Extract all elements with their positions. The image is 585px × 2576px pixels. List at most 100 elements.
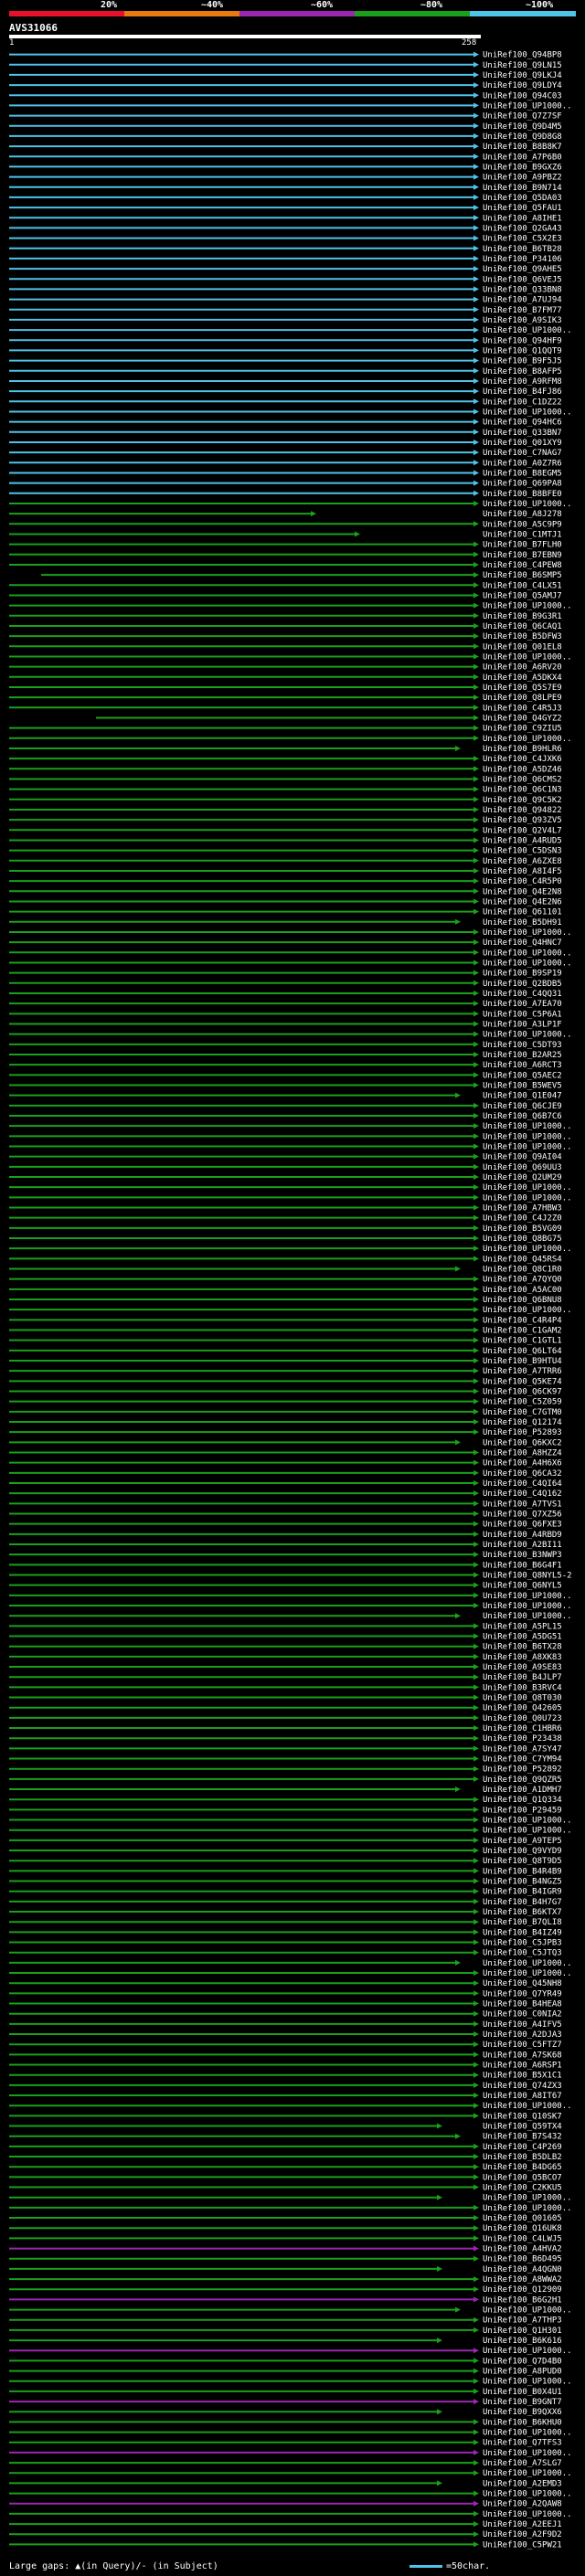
hit-label[interactable]: UniRef100_A5AC00 [483,1286,562,1295]
hit-label[interactable]: UniRef100_P29459 [483,1806,562,1815]
hit-label[interactable]: UniRef100_Q7Z7SF [483,112,562,122]
hit-label[interactable]: UniRef100_C7GTM0 [483,1408,562,1417]
hit-label[interactable]: UniRef100_A5DKX4 [483,673,562,683]
hit-label[interactable]: UniRef100_B4HEA8 [483,2000,562,2009]
hit-label[interactable]: UniRef100_Q6VEJ5 [483,275,562,284]
hit-label[interactable]: UniRef100_A8I4F5 [483,867,562,876]
hit-label[interactable]: UniRef100_UP1000.. [483,1132,572,1141]
hit-label[interactable]: UniRef100_C5P6A1 [483,1010,562,1019]
hit-label[interactable]: UniRef100_A4QGN0 [483,2265,562,2274]
hit-label[interactable]: UniRef100_C1DZ22 [483,398,562,407]
hit-label[interactable]: UniRef100_UP1000.. [483,1612,572,1621]
hit-label[interactable]: UniRef100_A4RBD9 [483,1531,562,1540]
hit-label[interactable]: UniRef100_B6K616 [483,2337,562,2346]
hit-label[interactable]: UniRef100_C1HBR6 [483,1724,562,1733]
hit-label[interactable]: UniRef100_A7SLG7 [483,2459,562,2468]
hit-label[interactable]: UniRef100_A2QAW8 [483,2500,562,2509]
hit-label[interactable]: UniRef100_B5X1C1 [483,2072,562,2081]
hit-label[interactable]: UniRef100_B6G4F1 [483,1561,562,1570]
hit-label[interactable]: UniRef100_UP1000.. [483,2347,572,2356]
hit-label[interactable]: UniRef100_Q42605 [483,1704,562,1713]
hit-label[interactable]: UniRef100_A9RFM8 [483,377,562,387]
hit-label[interactable]: UniRef100_C1GAM2 [483,1327,562,1336]
hit-label[interactable]: UniRef100_Q8T9D5 [483,1857,562,1866]
hit-label[interactable]: UniRef100_Q01EL8 [483,642,562,652]
hit-label[interactable]: UniRef100_Q6CAQ1 [483,622,562,631]
hit-label[interactable]: UniRef100_UP1000.. [483,2469,572,2478]
hit-label[interactable]: UniRef100_UP1000.. [483,500,572,509]
hit-label[interactable]: UniRef100_A7TRR6 [483,1367,562,1376]
hit-label[interactable]: UniRef100_B9N714 [483,184,562,193]
hit-label[interactable]: UniRef100_A4HVA2 [483,2245,562,2254]
hit-label[interactable]: UniRef100_C1GTL1 [483,1337,562,1346]
hit-label[interactable]: UniRef100_Q6CA32 [483,1469,562,1479]
hit-label[interactable]: UniRef100_A5PL15 [483,1622,562,1631]
hit-label[interactable]: UniRef100_Q16UK8 [483,2224,562,2233]
hit-label[interactable]: UniRef100_A2EMD3 [483,2479,562,2488]
hit-label[interactable]: UniRef100_Q4E2N6 [483,897,562,906]
hit-label[interactable]: UniRef100_A8IHE1 [483,214,562,223]
hit-label[interactable]: UniRef100_B8BFE0 [483,490,562,499]
hit-label[interactable]: UniRef100_B4R4B9 [483,1867,562,1876]
hit-label[interactable]: UniRef100_B9SP19 [483,970,562,979]
hit-label[interactable]: UniRef100_Q9QZR5 [483,1776,562,1785]
hit-label[interactable]: UniRef100_Q5KE74 [483,1377,562,1386]
hit-label[interactable]: UniRef100_Q1QQT9 [483,346,562,355]
hit-label[interactable]: UniRef100_B6G2H1 [483,2295,562,2305]
hit-label[interactable]: UniRef100_B6SMP5 [483,571,562,580]
hit-label[interactable]: UniRef100_B2AR25 [483,1051,562,1060]
hit-label[interactable]: UniRef100_UP1000.. [483,2306,572,2316]
hit-label[interactable]: UniRef100_UP1000.. [483,928,572,938]
hit-label[interactable]: UniRef100_Q5AEC2 [483,1071,562,1080]
hit-label[interactable]: UniRef100_B9GNT7 [483,2398,562,2407]
hit-label[interactable]: UniRef100_C5Z059 [483,1398,562,1407]
hit-label[interactable]: UniRef100_B9HLR6 [483,745,562,754]
hit-label[interactable]: UniRef100_A0Z7R6 [483,459,562,468]
hit-label[interactable]: UniRef100_C9ZIU5 [483,725,562,734]
hit-label[interactable]: UniRef100_UP1000.. [483,2102,572,2111]
hit-label[interactable]: UniRef100_Q4GYZ2 [483,714,562,723]
hit-label[interactable]: UniRef100_Q6CMS2 [483,775,562,784]
hit-label[interactable]: UniRef100_C5JTQ3 [483,1949,562,1958]
hit-label[interactable]: UniRef100_A3LP1F [483,1020,562,1029]
hit-label[interactable]: UniRef100_Q61101 [483,908,562,917]
hit-label[interactable]: UniRef100_Q01605 [483,2214,562,2223]
hit-label[interactable]: UniRef100_C4R5P0 [483,877,562,886]
hit-label[interactable]: UniRef100_C4PEW8 [483,561,562,570]
hit-label[interactable]: UniRef100_Q2BDB5 [483,980,562,989]
hit-label[interactable]: UniRef100_Q6CJE9 [483,1102,562,1111]
hit-label[interactable]: UniRef100_Q9AI04 [483,1153,562,1162]
hit-label[interactable]: UniRef100_Q45RS4 [483,1255,562,1264]
hit-label[interactable]: UniRef100_Q5AMJ7 [483,591,562,600]
hit-label[interactable]: UniRef100_C4R4P4 [483,1316,562,1325]
hit-label[interactable]: UniRef100_Q8BG75 [483,1235,562,1244]
hit-label[interactable]: UniRef100_A6RV20 [483,663,562,673]
hit-label[interactable]: UniRef100_Q9LDY4 [483,81,562,90]
hit-label[interactable]: UniRef100_A8PUD0 [483,2368,562,2377]
hit-label[interactable]: UniRef100_B5WEV5 [483,1081,562,1090]
hit-label[interactable]: UniRef100_UP1000.. [483,1592,572,1601]
hit-label[interactable]: UniRef100_B9G3R1 [483,612,562,621]
hit-label[interactable]: UniRef100_Q9LKJ4 [483,71,562,80]
hit-label[interactable]: UniRef100_Q9D8G8 [483,133,562,142]
hit-label[interactable]: UniRef100_Q69UU3 [483,1163,562,1172]
hit-label[interactable]: UniRef100_Q45NH8 [483,1979,562,1988]
hit-label[interactable]: UniRef100_Q5FAU1 [483,204,562,213]
hit-label[interactable]: UniRef100_A4IFV5 [483,2020,562,2030]
hit-label[interactable]: UniRef100_Q6FXE3 [483,1521,562,1530]
hit-label[interactable]: UniRef100_A7TVS1 [483,1500,562,1509]
hit-label[interactable]: UniRef100_Q12174 [483,1418,562,1427]
hit-label[interactable]: UniRef100_A1DMH7 [483,1786,562,1795]
hit-label[interactable]: UniRef100_Q5BCO7 [483,2173,562,2182]
hit-label[interactable]: UniRef100_C5JPB3 [483,1939,562,1948]
hit-label[interactable]: UniRef100_Q6LT64 [483,1347,562,1356]
hit-label[interactable]: UniRef100_UP1000.. [483,959,572,968]
hit-label[interactable]: UniRef100_B8EGM5 [483,469,562,478]
hit-label[interactable]: UniRef100_Q8C1R0 [483,1265,562,1274]
hit-label[interactable]: UniRef100_UP1000.. [483,1817,572,1826]
hit-label[interactable]: UniRef100_UP1000.. [483,2510,572,2519]
hit-label[interactable]: UniRef100_P52893 [483,1428,562,1437]
hit-label[interactable]: UniRef100_Q9C5K2 [483,796,562,805]
hit-label[interactable]: UniRef100_B7FLH0 [483,541,562,550]
hit-label[interactable]: UniRef100_Q9LN15 [483,61,562,70]
